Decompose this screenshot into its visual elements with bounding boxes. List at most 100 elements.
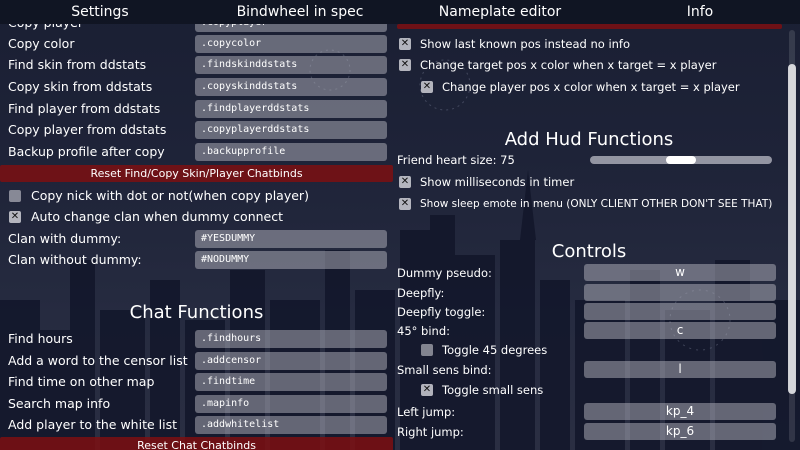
reset-chat-chatbinds-button[interactable]: Reset Chat Chatbinds <box>0 437 393 450</box>
setting-label: Clan with dummy: <box>8 231 122 246</box>
setting-label: Backup profile after copy <box>8 144 165 159</box>
chatbind-input[interactable]: .copyskinddstats <box>195 78 387 96</box>
bind-row: Dummy pseudo: w <box>393 263 785 283</box>
bind-row: Deepfly toggle: <box>393 302 785 322</box>
section-title-chat-functions: Chat Functions <box>129 302 264 323</box>
bind-row: Left jump: kp_4 <box>393 402 785 422</box>
setting-label: Find skin from ddstats <box>8 57 147 72</box>
bind-row: 45° bind: c <box>393 321 785 341</box>
clan-input[interactable]: #YESDUMMY <box>195 230 387 248</box>
setting-row: Backup profile after copy .backupprofile <box>0 142 393 162</box>
checkbox-player-pos-color[interactable]: ✕ <box>421 81 433 93</box>
tab-bindwheel-in-spec[interactable]: Bindwheel in spec <box>200 0 400 24</box>
checkbox-sleep-emote[interactable]: ✕ <box>399 198 411 210</box>
setting-label: Find time on other map <box>8 374 155 389</box>
checkbox-label: Show last known pos instead no info <box>420 37 631 51</box>
setting-label: Find hours <box>8 331 73 346</box>
bind-row: Deepfly: <box>393 283 785 303</box>
bind-label: Dummy pseudo: <box>397 266 492 280</box>
friend-heart-slider[interactable] <box>590 156 772 164</box>
checkbox-row: Copy nick with dot or not(when copy play… <box>0 186 393 206</box>
checkbox-row: ✕ Toggle small sens <box>393 380 785 400</box>
bind-key-button[interactable] <box>584 303 776 320</box>
setting-row: Find time on other map .findtime <box>0 372 393 392</box>
checkbox-row: ✕ Auto change clan when dummy connect <box>0 207 393 227</box>
setting-row: Find player from ddstats .findplayerddst… <box>0 99 393 119</box>
setting-row-copy-player: Copy player .copyplayer <box>0 24 393 33</box>
top-reset-button-edge[interactable] <box>397 24 782 29</box>
chatbind-input[interactable]: .addwhitelist <box>195 416 387 434</box>
section-title-hud-functions: Add Hud Functions <box>504 129 674 150</box>
chatbind-input[interactable]: .copyplayer <box>195 24 387 32</box>
checkbox-copy-nick[interactable] <box>9 190 21 202</box>
bind-key-button[interactable]: w <box>584 264 776 281</box>
slider-row-friend-heart: Friend heart size: 75 <box>393 150 785 170</box>
checkbox-toggle-small-sens[interactable]: ✕ <box>421 384 433 396</box>
chatbind-input[interactable]: .findtime <box>195 373 387 391</box>
checkbox-label: Change player pos x color when x target … <box>442 80 740 94</box>
slider-thumb[interactable] <box>666 156 696 164</box>
chatbind-input[interactable]: .findplayerddstats <box>195 100 387 118</box>
bind-key-button[interactable]: l <box>584 361 776 378</box>
clan-input[interactable]: #NODUMMY <box>195 251 387 269</box>
tab-bar: Settings Bindwheel in spec Nameplate edi… <box>0 0 800 24</box>
setting-row: Clan with dummy: #YESDUMMY <box>0 229 393 249</box>
bind-label: Deepfly toggle: <box>397 305 486 319</box>
chatbind-input[interactable]: .findhours <box>195 330 387 348</box>
settings-scrollbar[interactable] <box>785 24 800 450</box>
checkbox-toggle-45[interactable] <box>421 344 433 356</box>
setting-label: Add a word to the censor list <box>8 353 188 368</box>
chatbind-input[interactable]: .copycolor <box>195 35 387 53</box>
checkbox-label: Auto change clan when dummy connect <box>31 209 284 224</box>
setting-row: Copy color .copycolor <box>0 34 393 54</box>
checkbox-auto-clan[interactable]: ✕ <box>9 211 21 223</box>
checkbox-label: Change target pos x color when x target … <box>420 58 717 72</box>
checkbox-row: ✕ Show last known pos instead no info <box>393 34 785 54</box>
setting-row: Add a word to the censor list .addcensor <box>0 351 393 371</box>
chatbind-input[interactable]: .copyplayerddstats <box>195 121 387 139</box>
setting-label: Search map info <box>8 396 111 411</box>
chatbind-input[interactable]: .mapinfo <box>195 395 387 413</box>
checkbox-label: Toggle 45 degrees <box>442 343 548 357</box>
bind-row: Small sens bind: l <box>393 360 785 380</box>
chatbind-input[interactable]: .findskinddstats <box>195 56 387 74</box>
right-settings-column: ✕ Show last known pos instead no info ✕ … <box>393 24 785 450</box>
bind-key-button[interactable] <box>584 284 776 301</box>
bind-key-button[interactable]: kp_4 <box>584 403 776 420</box>
bind-label: Right jump: <box>397 425 464 439</box>
bind-key-button[interactable]: c <box>584 322 776 339</box>
setting-row: Search map info .mapinfo <box>0 394 393 414</box>
checkbox-row: ✕ Show sleep emote in menu (ONLY CLIENT … <box>393 194 785 214</box>
checkbox-target-pos-color[interactable]: ✕ <box>399 59 411 71</box>
bind-label: 45° bind: <box>397 324 450 338</box>
checkbox-row: ✕ Change player pos x color when x targe… <box>393 77 785 97</box>
tab-info[interactable]: Info <box>600 0 800 24</box>
checkbox-row: ✕ Show milliseconds in timer <box>393 172 785 192</box>
checkbox-label: Copy nick with dot or not(when copy play… <box>31 188 309 203</box>
setting-row: Add player to the white list .addwhiteli… <box>0 415 393 435</box>
setting-label: Copy color <box>8 36 75 51</box>
checkbox-row: ✕ Change target pos x color when x targe… <box>393 55 785 75</box>
tab-settings[interactable]: Settings <box>0 0 200 24</box>
setting-label: Copy player from ddstats <box>8 122 167 137</box>
setting-row: Copy skin from ddstats .copyskinddstats <box>0 77 393 97</box>
setting-label: Copy skin from ddstats <box>8 79 153 94</box>
checkbox-show-last-pos[interactable]: ✕ <box>399 38 411 50</box>
checkbox-row: Toggle 45 degrees <box>393 340 785 360</box>
bind-label: Deepfly: <box>397 286 445 300</box>
checkbox-milliseconds[interactable]: ✕ <box>399 176 411 188</box>
reset-find-copy-button[interactable]: Reset Find/Copy Skin/Player Chatbinds <box>0 165 393 182</box>
setting-row: Find hours .findhours <box>0 329 393 349</box>
bind-label: Small sens bind: <box>397 363 492 377</box>
section-title-controls: Controls <box>551 241 627 262</box>
tab-nameplate-editor[interactable]: Nameplate editor <box>400 0 600 24</box>
left-settings-column: Copy player .copyplayer Copy color .copy… <box>0 24 393 450</box>
setting-label: Find player from ddstats <box>8 101 161 116</box>
chatbind-input[interactable]: .backupprofile <box>195 143 387 161</box>
scroll-thumb[interactable] <box>788 64 796 394</box>
chatbind-input[interactable]: .addcensor <box>195 352 387 370</box>
setting-row: Copy player from ddstats .copyplayerddst… <box>0 120 393 140</box>
slider-label: Friend heart size: 75 <box>397 153 515 167</box>
bind-key-button[interactable]: kp_6 <box>584 423 776 440</box>
setting-label: Copy player <box>8 24 83 33</box>
